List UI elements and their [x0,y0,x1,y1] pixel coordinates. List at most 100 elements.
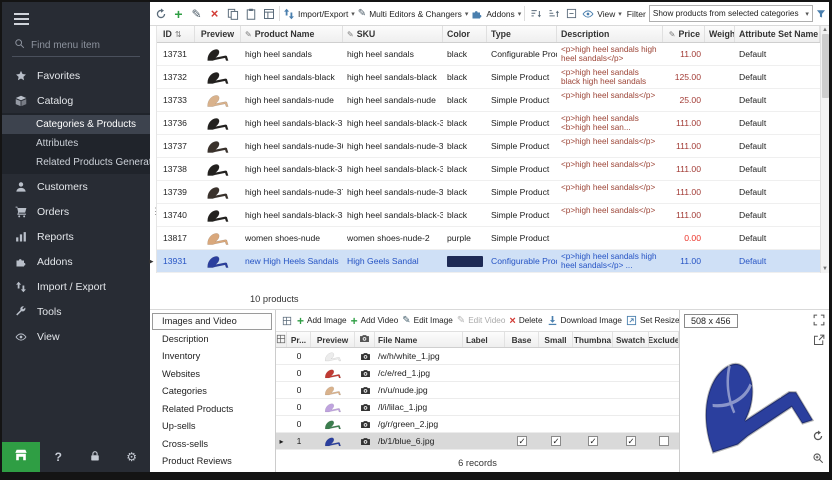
camera-column-header[interactable] [355,332,375,347]
sidebar-item-attributes[interactable]: Attributes [2,134,150,153]
product-row[interactable]: 13733high heel sandals-nudehigh heel san… [157,89,820,112]
delete-product-button[interactable]: × [207,5,222,22]
tab-categories[interactable]: Categories [152,383,272,400]
open-external-icon[interactable] [813,334,825,346]
column-header-pr[interactable]: Pr... [287,332,311,347]
sidebar-item-tools[interactable]: Tools [2,299,150,324]
image-row[interactable]: 0/n/u/nude.jpg [276,382,679,399]
view-menu[interactable]: View▾ [582,8,622,20]
import-export-menu[interactable]: Import/Export▾ [283,8,355,20]
product-row[interactable]: 13737high heel sandals-nude-36high heel … [157,135,820,158]
sort-desc-button[interactable] [546,5,561,22]
refresh-button[interactable] [153,5,168,22]
product-row[interactable]: 13731high heel sandalshigh heel sandalsb… [157,43,820,66]
column-header-weight[interactable]: Weight [705,26,735,42]
edit-video-button[interactable]: ✎Edit Video [457,315,506,326]
image-row[interactable]: 0/g/r/green_2.jpg [276,416,679,433]
tab-related-products[interactable]: Related Products [152,401,272,418]
product-row[interactable]: 13740high heel sandals-black-38high heel… [157,204,820,227]
sidebar-item-favorites[interactable]: Favorites [2,63,150,88]
column-header-label[interactable]: Label [463,332,505,347]
column-header-product-name[interactable]: ✎Product Name [241,26,343,42]
column-header-swatch[interactable]: Swatch [613,332,649,347]
filters-menu[interactable]: Filters▾ [816,9,829,19]
lock-button[interactable] [77,450,114,465]
edit-product-button[interactable]: ✎ [189,5,204,22]
product-row[interactable]: 13736high heel sandals-black-36high heel… [157,112,820,135]
column-header-sku[interactable]: ✎SKU [343,26,443,42]
paste-button[interactable] [243,5,258,22]
fullscreen-icon[interactable] [813,314,825,326]
scroll-down-icon[interactable]: ▼ [822,266,828,272]
set-resize-rule-button[interactable]: Set Resize Rule▾ [626,315,679,326]
menu-icon[interactable] [2,2,150,32]
product-row[interactable]: 13738high heel sandals-black-37high heel… [157,158,820,181]
zoom-icon[interactable] [812,452,824,464]
image-row[interactable]: 0/c/e/red_1.jpg [276,365,679,382]
column-header-id[interactable]: ID⇅ [157,26,195,42]
small-checkbox[interactable]: ✓ [551,436,561,446]
scroll-thumb[interactable] [822,34,829,98]
column-header-thumbna[interactable]: Thumbna [573,332,613,347]
product-row[interactable]: 13931new High Heels SandalsHigh Geels Sa… [157,250,820,273]
tab-websites[interactable]: Websites [152,366,272,383]
product-row[interactable]: 13732high heel sandals-blackhigh heel sa… [157,66,820,89]
tab-up-sells[interactable]: Up-sells [152,418,272,435]
help-button[interactable]: ? [40,450,77,464]
image-row[interactable]: ▸1/b/1/blue_6.jpg✓✓✓✓ [276,433,679,450]
swatch-checkbox[interactable]: ✓ [626,436,636,446]
column-header-preview[interactable]: Preview [195,26,241,42]
exclude-checkbox[interactable] [659,436,669,446]
product-row[interactable]: 13739high heel sandals-nude-37high heel … [157,181,820,204]
image-row[interactable]: 0/l/i/lilac_1.jpg [276,399,679,416]
sidebar-item-customers[interactable]: Customers [2,174,150,199]
duplicate-button[interactable] [261,5,276,22]
column-header-base[interactable]: Base [505,332,539,347]
delete-image-button[interactable]: ×Delete [509,315,542,327]
category-filter-select[interactable]: Show products from selected categories▾ [649,5,813,22]
tab-product-reviews[interactable]: Product Reviews [152,453,272,470]
column-header-exclude[interactable]: Exclude [649,332,679,347]
sort-asc-button[interactable] [528,5,543,22]
sidebar-search-input[interactable]: Find menu item [12,34,140,57]
store-button[interactable] [2,442,40,472]
add-product-button[interactable]: + [171,5,186,22]
sidebar-item-import-export[interactable]: Import / Export [2,274,150,299]
column-header-file-name[interactable]: File Name [375,332,463,347]
column-header-type[interactable]: Type [487,26,557,42]
sidebar-item-catalog[interactable]: Catalog [2,88,150,113]
add-image-button[interactable]: +Add Image [297,314,347,328]
column-header-price[interactable]: ✎Price [663,26,705,42]
select-all-header[interactable] [276,332,287,347]
addons-menu[interactable]: Addons▾ [471,8,521,20]
add-video-button[interactable]: +Add Video [351,314,399,328]
download-image-button[interactable]: Download Image [547,315,622,326]
sidebar-item-addons[interactable]: Addons [2,249,150,274]
column-header-preview[interactable]: Preview [311,332,355,347]
panel-splitter[interactable]: ⋮ [150,26,157,273]
copy-button[interactable] [225,5,240,22]
column-header-attribute-set-name[interactable]: Attribute Set Name [735,26,820,42]
image-row[interactable]: 0/w/h/white_1.jpg [276,348,679,365]
settings-button[interactable]: ⚙ [113,450,150,464]
tab-description[interactable]: Description [152,331,272,348]
sidebar-item-orders[interactable]: Orders [2,199,150,224]
column-header-color[interactable]: Color [443,26,487,42]
sidebar-item-related-products-generator[interactable]: Related Products Generator [2,153,150,172]
product-row[interactable]: 13817women shoes-nudewomen shoes-nude-2p… [157,227,820,250]
tab-inventory[interactable]: Inventory [152,348,272,365]
column-header-small[interactable]: Small [539,332,573,347]
thumbnail-checkbox[interactable]: ✓ [588,436,598,446]
collapse-rows-button[interactable] [564,5,579,22]
edit-image-button[interactable]: ✎Edit Image [402,315,453,326]
tab-images-and-video[interactable]: Images and Video [152,313,272,330]
base-checkbox[interactable]: ✓ [517,436,527,446]
scroll-up-icon[interactable]: ▲ [822,27,828,33]
grid-scrollbar[interactable]: ▲ ▼ [820,26,829,273]
sidebar-item-reports[interactable]: Reports [2,224,150,249]
sidebar-item-view[interactable]: View [2,324,150,349]
column-header-description[interactable]: Description [557,26,663,42]
grid-icon[interactable] [281,312,293,329]
tab-cross-sells[interactable]: Cross-sells [152,436,272,453]
sidebar-item-categories-products[interactable]: Categories & Products [2,115,150,134]
